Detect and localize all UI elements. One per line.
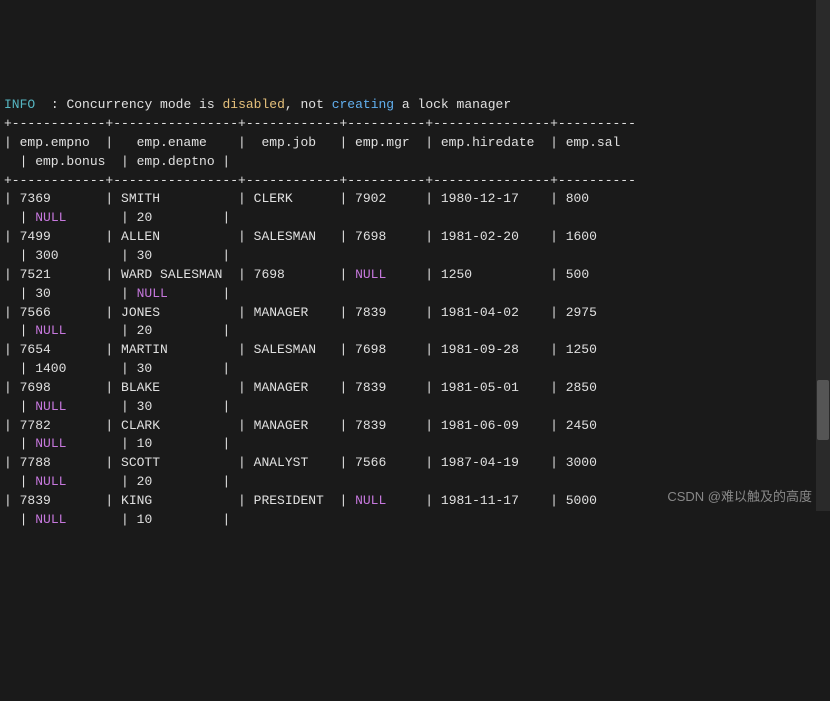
table-row: | 7788 | SCOTT | ANALYST | 7566 | 1987-0… [4, 455, 636, 470]
table-row-cont: | NULL | 30 | [4, 399, 230, 414]
disabled-word: disabled [222, 97, 284, 112]
null-value: NULL [35, 436, 66, 451]
table-row: | 7839 | KING | PRESIDENT | NULL | 1981-… [4, 493, 636, 508]
table-row-cont: | NULL | 20 | [4, 474, 230, 489]
null-value: NULL [137, 286, 168, 301]
table-row: | 7369 | SMITH | CLERK | 7902 | 1980-12-… [4, 191, 636, 206]
table-row-cont: | 30 | NULL | [4, 286, 230, 301]
watermark: CSDN @难以触及的高度 [667, 488, 812, 507]
table-row: | 7521 | WARD SALESMAN | 7698 | NULL | 1… [4, 267, 636, 282]
null-value: NULL [35, 474, 66, 489]
table-row-cont: | 300 | 30 | [4, 248, 230, 263]
log-level: INFO [4, 97, 35, 112]
table-divider: +------------+----------------+---------… [4, 173, 636, 188]
table-header-row: | emp.empno | emp.ename | emp.job | emp.… [4, 135, 636, 150]
terminal-output: INFO : Concurrency mode is disabled, not… [0, 75, 830, 531]
null-value: NULL [35, 399, 66, 414]
null-value: NULL [355, 267, 386, 282]
table-row-cont: | NULL | 10 | [4, 436, 230, 451]
null-value: NULL [35, 512, 66, 527]
scrollbar-thumb[interactable] [817, 380, 829, 440]
table-row: | 7782 | CLARK | MANAGER | 7839 | 1981-0… [4, 418, 636, 433]
table-divider: +------------+----------------+---------… [4, 116, 636, 131]
null-value: NULL [35, 210, 66, 225]
table-row-cont: | 1400 | 30 | [4, 361, 230, 376]
table-row: | 7654 | MARTIN | SALESMAN | 7698 | 1981… [4, 342, 636, 357]
null-value: NULL [35, 323, 66, 338]
scrollbar[interactable] [816, 0, 830, 511]
table-row-cont: | NULL | 20 | [4, 210, 230, 225]
table-row: | 7566 | JONES | MANAGER | 7839 | 1981-0… [4, 305, 636, 320]
table-row-cont: | NULL | 10 | [4, 512, 230, 527]
table-header-row: | emp.bonus | emp.deptno | [4, 154, 230, 169]
table-row: | 7698 | BLAKE | MANAGER | 7839 | 1981-0… [4, 380, 636, 395]
creating-word: creating [332, 97, 394, 112]
table-row: | 7499 | ALLEN | SALESMAN | 7698 | 1981-… [4, 229, 636, 244]
null-value: NULL [355, 493, 386, 508]
table-row-cont: | NULL | 20 | [4, 323, 230, 338]
